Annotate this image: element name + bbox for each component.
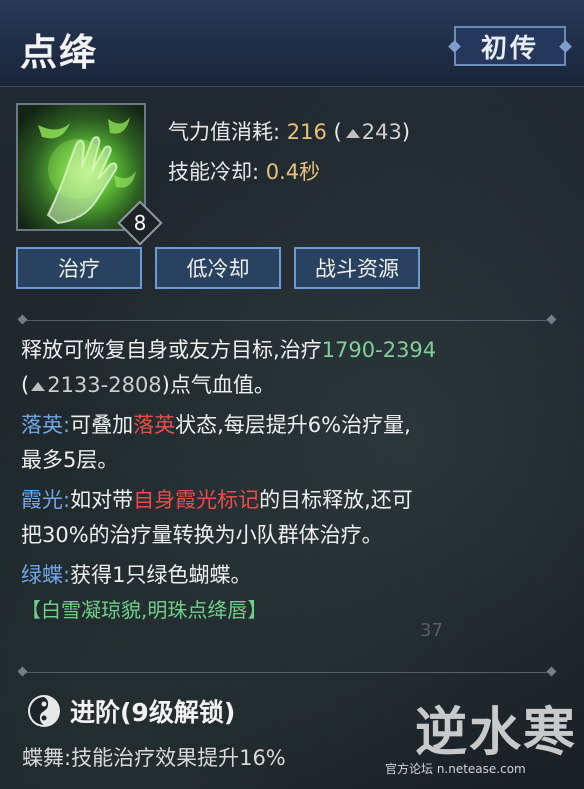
skill-description: 释放可恢复自身或友方目标,治疗1790-2394 (2133-2808)点气血值… xyxy=(21,333,561,628)
heal-range-upgrade: 2133-2808 xyxy=(47,373,162,397)
diamond-ornament-icon xyxy=(559,40,572,53)
divider-diamond-icon xyxy=(546,666,557,677)
advance-title: 进阶(9级解锁) xyxy=(70,698,236,727)
energy-cost-label: 气力值消耗: xyxy=(168,120,281,144)
desc-text: 最多5层。 xyxy=(21,448,119,472)
heal-range: 1790-2394 xyxy=(321,338,437,362)
desc-text: )点气血值。 xyxy=(161,373,275,397)
xiaguang-keyword: 自身霞光标记 xyxy=(133,488,260,512)
desc-text: 状态,每层提升6%治疗量, xyxy=(175,413,411,437)
desc-line: 把30%的治疗量转换为小队群体治疗。 xyxy=(21,518,561,553)
skill-level: 8 xyxy=(133,211,147,235)
luoying-label: 落英: xyxy=(21,413,71,437)
tooltip-header: 点绛 初传 xyxy=(0,0,584,87)
game-logo: 逆水寒 xyxy=(415,702,578,763)
skill-tagline: 【白雪凝琼貌,明珠点绛唇】 xyxy=(21,598,268,622)
forum-url: 官方论坛 n.netease.com xyxy=(385,762,526,776)
advance-effect-text: 技能治疗效果提升16% xyxy=(71,746,286,770)
desc-line: 霞光:如对带自身霞光标记的目标释放,还可 xyxy=(21,483,561,518)
upgrade-arrow-icon xyxy=(345,128,360,138)
desc-text: 可叠加 xyxy=(70,413,134,437)
desc-line: 绿蝶:获得1只绿色蝴蝶。 xyxy=(21,558,561,593)
energy-cost-value: 216 xyxy=(286,120,327,144)
cooldown-value: 0.4秒 xyxy=(265,160,321,184)
desc-text: 释放可恢复自身或友方目标,治疗 xyxy=(21,338,322,362)
skill-name: 点绛 xyxy=(20,31,98,74)
desc-line: 最多5层。 xyxy=(21,443,561,478)
advance-effect-label: 蝶舞: xyxy=(22,746,72,770)
divider-diamond-icon xyxy=(17,666,28,677)
skill-rank-label: 初传 xyxy=(480,33,539,64)
desc-text: 的目标释放,还可 xyxy=(259,488,413,512)
divider xyxy=(17,666,557,677)
background-number: 37 xyxy=(420,620,443,641)
tag-low-cooldown: 低冷却 xyxy=(155,247,281,289)
desc-text: 如对带 xyxy=(70,488,134,512)
divider-diamond-icon xyxy=(17,314,28,325)
luoying-keyword: 落英 xyxy=(133,413,176,437)
divider xyxy=(17,314,557,325)
energy-cost-row: 气力值消耗: 216 (243) xyxy=(168,116,410,146)
energy-cost-upgrade: 243 xyxy=(361,120,402,144)
tag-heal: 治疗 xyxy=(16,247,142,289)
desc-paren: ( xyxy=(21,373,30,397)
skill-tooltip: 点绛 初传 8 气力值消耗: 216 (243) 技能冷却: 0.4秒 治疗 低… xyxy=(0,0,584,789)
tag-combat-resource: 战斗资源 xyxy=(294,247,420,289)
watermark: 逆水寒 官方论坛 n.netease.com xyxy=(385,690,580,785)
skill-rank-badge: 初传 xyxy=(448,26,572,66)
desc-line: 释放可恢复自身或友方目标,治疗1790-2394 xyxy=(21,333,561,368)
diamond-ornament-icon xyxy=(448,40,461,53)
cooldown-label: 技能冷却: xyxy=(168,160,260,184)
desc-line: (2133-2808)点气血值。 xyxy=(21,368,561,403)
cooldown-row: 技能冷却: 0.4秒 xyxy=(168,156,320,186)
desc-text: 把30%的治疗量转换为小队群体治疗。 xyxy=(21,523,383,547)
upgrade-arrow-icon xyxy=(31,381,46,391)
xiaguang-label: 霞光: xyxy=(21,488,71,512)
lvdie-label: 绿蝶: xyxy=(21,563,71,587)
divider-diamond-icon xyxy=(546,314,557,325)
advance-effect: 蝶舞:技能治疗效果提升16% xyxy=(22,742,286,772)
desc-text: 获得1只绿色蝴蝶。 xyxy=(70,563,252,587)
swirl-icon xyxy=(28,695,60,727)
energy-paren-open: ( xyxy=(333,120,342,144)
desc-line: 落英:可叠加落英状态,每层提升6%治疗量, xyxy=(21,408,561,443)
energy-paren-close: ) xyxy=(401,120,411,144)
